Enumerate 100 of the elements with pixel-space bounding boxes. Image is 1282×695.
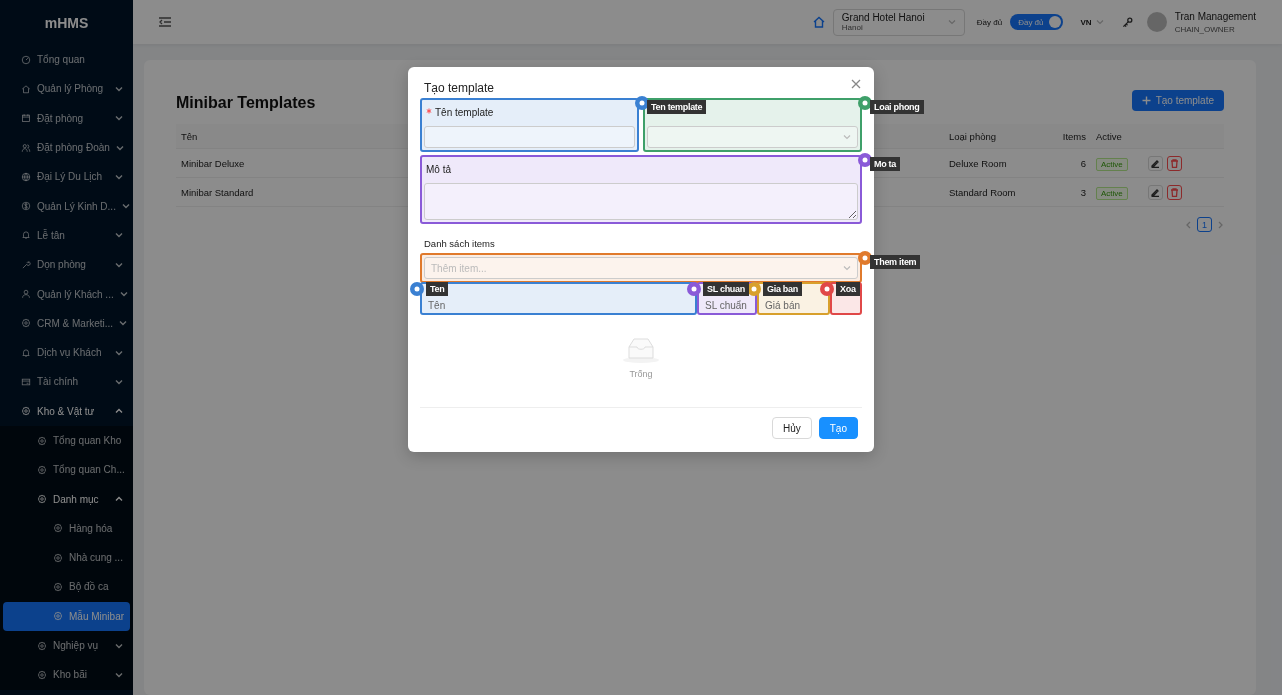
- edit-button[interactable]: [1148, 155, 1163, 171]
- sidebar-item[interactable]: Hàng hóa: [0, 513, 133, 544]
- status-tag: Active: [1096, 157, 1128, 171]
- sidebar-item[interactable]: Nhà cung ...: [0, 543, 133, 573]
- sidebar-item[interactable]: Quản lý Phòng: [0, 74, 133, 104]
- globe-icon: [21, 171, 31, 182]
- sidebar-item[interactable]: Tổng quan Ch...: [0, 455, 133, 485]
- modal-title: Tạo template: [424, 81, 495, 95]
- annotation-label: Ten: [426, 282, 449, 296]
- select-field[interactable]: [647, 126, 858, 148]
- annotation-label: Gia ban: [763, 282, 802, 296]
- language-select[interactable]: VN: [1080, 17, 1104, 27]
- empty-text: Trống: [629, 369, 653, 379]
- home-icon[interactable]: [812, 16, 825, 28]
- table-cell: 6: [1044, 148, 1091, 178]
- cancel-button[interactable]: Hủy: [771, 417, 812, 439]
- pencil-icon: [1151, 187, 1160, 197]
- close-icon[interactable]: [851, 79, 861, 89]
- sidebar-item[interactable]: CRM & Marketi...: [0, 308, 133, 338]
- trash-icon: [1170, 158, 1179, 168]
- avatar[interactable]: [1146, 12, 1167, 32]
- annotation-label: Ten template: [647, 100, 707, 114]
- sidebar-item[interactable]: Tổng quan: [0, 45, 133, 75]
- chevron-icon: [115, 260, 123, 269]
- annotation-badge: [635, 96, 649, 110]
- chevron-icon: [121, 202, 130, 211]
- text-input[interactable]: [424, 126, 635, 148]
- empty-inbox-icon: [621, 335, 661, 363]
- annotation-label: Loai phong: [870, 100, 924, 114]
- sidebar-item[interactable]: Bộ đồ ca: [0, 572, 133, 602]
- sidebar-item[interactable]: Lễ tân: [0, 220, 133, 251]
- trash-icon: [1170, 187, 1179, 197]
- user-name: Tran Management: [1174, 10, 1256, 22]
- sidebar-item[interactable]: Mẫu Minibar: [3, 601, 130, 631]
- chevron-icon: [115, 348, 123, 357]
- sidebar-item[interactable]: Đặt phòng: [0, 103, 133, 133]
- page-button[interactable]: 1: [1197, 217, 1212, 232]
- create-template-button[interactable]: Tạo template: [1131, 89, 1224, 111]
- sidebar-item[interactable]: Quản lý Khách ...: [0, 279, 133, 309]
- sidebar-item[interactable]: Danh mục: [0, 484, 133, 514]
- column-header: Tên: [427, 300, 447, 311]
- next-page-icon[interactable]: [1218, 220, 1224, 229]
- key-icon[interactable]: [1121, 16, 1133, 28]
- column-header: SL chuẩn: [704, 300, 748, 311]
- edit-button[interactable]: [1148, 184, 1163, 200]
- chevron-icon: [115, 495, 123, 504]
- sidebar-item[interactable]: Đại Lý Du Lịch: [0, 162, 133, 192]
- chevron-icon: [115, 231, 123, 240]
- chevron-icon: [115, 670, 123, 679]
- textarea-field[interactable]: [424, 183, 858, 220]
- wrench-icon: [21, 259, 31, 270]
- sidebar-item[interactable]: Kho bãi: [0, 660, 133, 690]
- annotation-label: Mo ta: [870, 157, 900, 171]
- chevron-icon: [1095, 19, 1104, 25]
- chevron-icon: [115, 377, 123, 386]
- sidebar-item[interactable]: Dọn phòng: [0, 250, 133, 280]
- page-title: Minibar Templates: [176, 94, 316, 112]
- create-button[interactable]: Tạo: [818, 417, 858, 439]
- menu-fold-icon[interactable]: [159, 17, 171, 27]
- section-label: Danh sách items: [423, 237, 496, 251]
- chevron-icon: [115, 641, 123, 650]
- delete-button[interactable]: [1167, 184, 1182, 200]
- table-cell: Deluxe Room: [944, 148, 1044, 178]
- plus-icon: [1141, 95, 1151, 105]
- bell-icon: [21, 347, 31, 358]
- chevron-icon: [115, 172, 123, 181]
- field-label: Tên template: [435, 107, 494, 118]
- sidebar-item[interactable]: Tổng quan Kho: [0, 425, 133, 456]
- chevron-icon: [843, 265, 851, 271]
- user-role: CHAIN_OWNER: [1174, 24, 1236, 34]
- group-icon: [21, 142, 31, 153]
- table-cell: 3: [1044, 177, 1091, 207]
- sidebar-item[interactable]: Dịch vụ Khách: [0, 337, 133, 368]
- sidebar-item[interactable]: Kho & Vật tư: [0, 396, 133, 426]
- column-header: Giá bán: [764, 300, 802, 311]
- mode-switch[interactable]: Đầy đủ: [1010, 14, 1063, 30]
- chevron-icon: [115, 407, 123, 416]
- mode-label: Đầy đủ: [976, 17, 1003, 27]
- annotation-badge: [820, 282, 834, 296]
- hotel-select[interactable]: Grand Hotel Hanoi Hanoi: [832, 8, 965, 36]
- chevron-icon: [119, 290, 128, 298]
- delete-button[interactable]: [1167, 155, 1182, 171]
- previous-page-icon[interactable]: [1185, 220, 1191, 229]
- chevron-icon: [115, 84, 123, 93]
- chevron-icon: [115, 114, 123, 123]
- annotation-label: Them item: [870, 255, 921, 269]
- calendar-icon: [21, 113, 31, 124]
- annotation-badge: [687, 282, 701, 296]
- home-icon: [21, 83, 31, 94]
- sidebar-item[interactable]: Quản Lý Kinh D...: [0, 191, 133, 221]
- pencil-icon: [1151, 158, 1160, 168]
- sidebar-item[interactable]: Đặt phòng Đoàn: [0, 132, 133, 163]
- sidebar-item[interactable]: Tài chính: [0, 367, 133, 397]
- user-icon: [21, 289, 31, 299]
- app-logo: mHMS: [43, 14, 90, 33]
- annotation-label: SL chuan: [703, 282, 749, 296]
- field-label: Mô tả: [426, 164, 451, 175]
- chevron-icon: [843, 134, 851, 140]
- bell-icon: [21, 230, 31, 241]
- sidebar-item[interactable]: Nghiệp vụ: [0, 630, 133, 661]
